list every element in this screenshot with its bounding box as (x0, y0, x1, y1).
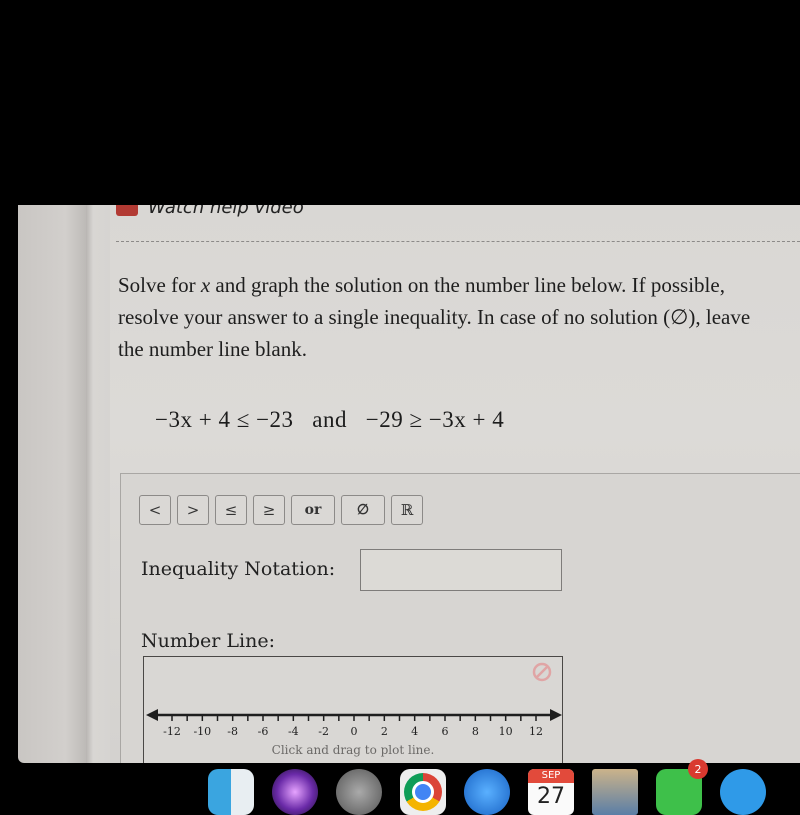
chrome-ring (404, 773, 442, 811)
dock-siri-icon[interactable] (272, 769, 318, 815)
or-button[interactable]: or (291, 495, 335, 525)
watch-help-video-link[interactable]: Watch help video (116, 205, 304, 218)
tick-label: 2 (381, 725, 388, 738)
dock-finder-icon[interactable] (208, 769, 254, 815)
help-video-label: Watch help video (148, 205, 304, 218)
prompt-variable: x (200, 273, 211, 297)
equation: −3x + 4 ≤ −23 and −29 ≥ −3x + 4 (155, 407, 505, 432)
prompt-text-1: Solve for (118, 273, 201, 297)
greater-than-button[interactable]: > (177, 495, 209, 525)
tick-label: 8 (472, 725, 479, 738)
tick-label: 4 (411, 725, 418, 738)
dock-preview-icon[interactable] (592, 769, 638, 815)
greater-equal-button[interactable]: ≥ (253, 495, 285, 525)
number-line-hint: Click and drag to plot line. (271, 743, 435, 757)
dock: SEP 27 2 (200, 759, 800, 815)
side-panel-edge (86, 205, 110, 763)
inequality-notation-input[interactable] (360, 549, 562, 591)
question-page: Watch help video Solve for x and graph t… (110, 205, 800, 763)
left-arrow-icon (146, 709, 158, 721)
calendar-day: 27 (537, 784, 565, 809)
tick-label: -4 (288, 725, 299, 738)
dock-launchpad-icon[interactable] (336, 769, 382, 815)
dashed-divider (116, 241, 800, 242)
all-reals-button[interactable]: ℝ (391, 495, 423, 525)
number-line-label: Number Line: (141, 630, 275, 652)
number-line-canvas[interactable]: -12 -10 -8 -6 -4 -2 0 2 4 6 8 10 12 Click and drag t… (143, 656, 563, 763)
tick-label: -2 (318, 725, 329, 738)
tick-label: -8 (227, 725, 238, 738)
tick-label: -10 (193, 725, 211, 738)
symbol-toolbar: < > ≤ ≥ or ∅ ℝ (139, 495, 423, 525)
dock-facetime-icon[interactable]: 2 (656, 759, 708, 815)
less-than-button[interactable]: < (139, 495, 171, 525)
tick-label: 0 (351, 725, 358, 738)
prompt-text-2: and graph the solution on the number lin… (118, 273, 751, 361)
tick-label: 6 (442, 725, 449, 738)
less-equal-button[interactable]: ≤ (215, 495, 247, 525)
dock-safari-icon[interactable] (464, 769, 510, 815)
notification-badge: 2 (688, 759, 708, 779)
video-play-icon (116, 205, 138, 216)
dock-messages-icon[interactable] (720, 769, 766, 815)
tick-label: 12 (529, 725, 543, 738)
tick-label: 10 (499, 725, 513, 738)
empty-set-button[interactable]: ∅ (341, 495, 385, 525)
right-arrow-icon (550, 709, 562, 721)
calendar-month: SEP (528, 769, 574, 783)
tick-label: -6 (258, 725, 269, 738)
inequality-notation-label: Inequality Notation: (141, 558, 336, 580)
screen: Watch help video Solve for x and graph t… (0, 0, 800, 815)
dock-calendar-icon[interactable]: SEP 27 (528, 769, 574, 815)
side-panel (18, 205, 86, 763)
dock-chrome-icon[interactable] (400, 769, 446, 815)
tick-label: -12 (163, 725, 181, 738)
question-prompt: Solve for x and graph the solution on th… (118, 269, 758, 365)
